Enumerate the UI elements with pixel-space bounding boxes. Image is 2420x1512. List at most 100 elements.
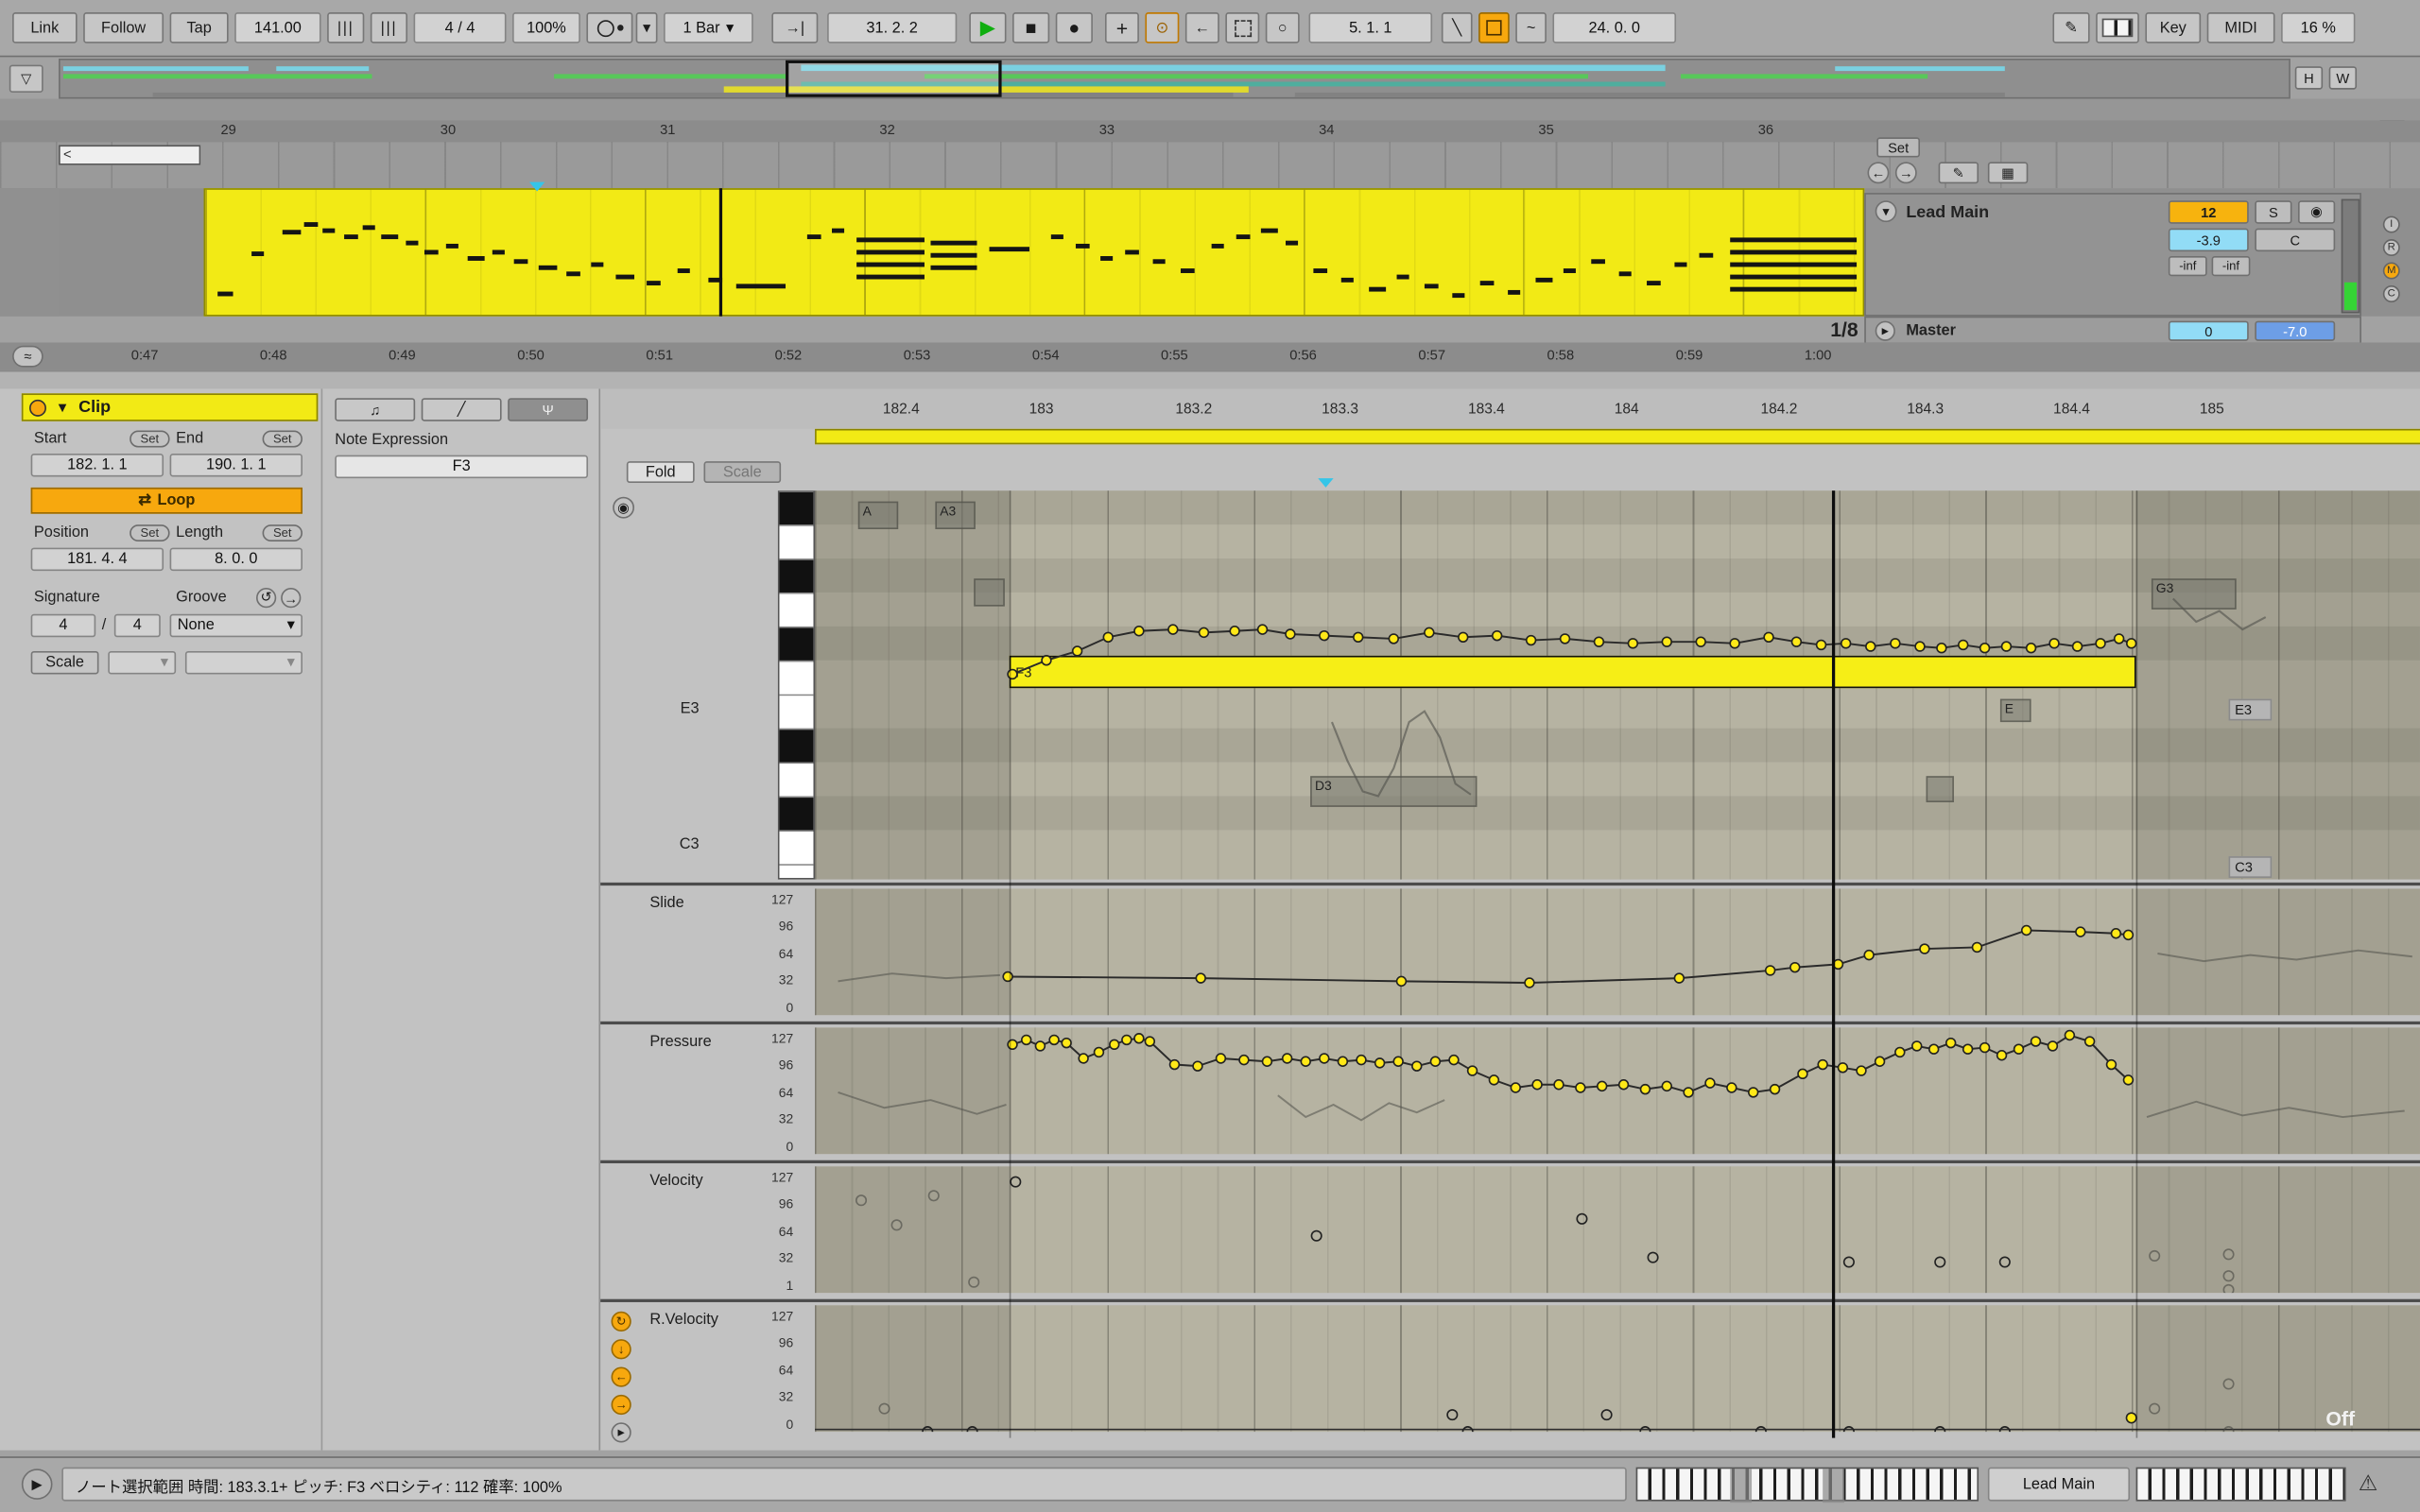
punch-region-button[interactable]: [1225, 12, 1260, 43]
midi-note[interactable]: [806, 234, 821, 240]
back-to-arrangement-button[interactable]: ←: [1184, 12, 1219, 43]
loop-button[interactable]: ⇄ Loop: [30, 487, 302, 514]
quantization-menu[interactable]: 1 Bar ▾: [664, 12, 753, 43]
midi-note[interactable]: [856, 249, 925, 255]
notes-tab[interactable]: ♫: [335, 398, 416, 421]
midi-note[interactable]: [1075, 243, 1090, 249]
preview-button[interactable]: ▶: [21, 1469, 53, 1500]
arrangement-overview[interactable]: [59, 59, 2290, 99]
master-track-header[interactable]: ▸ Master 0 -7.0: [1864, 316, 2361, 345]
envelopes-tab[interactable]: ╱: [421, 398, 502, 421]
midi-input-channel-box[interactable]: 12: [2168, 200, 2249, 224]
set-end-button[interactable]: Set: [262, 430, 302, 448]
clip-panel-header[interactable]: ▼ Clip: [21, 393, 319, 421]
midi-note[interactable]: [735, 284, 786, 289]
curve-icon-button[interactable]: ~: [1515, 12, 1547, 43]
midi-output-keyboard-indicator[interactable]: [2135, 1467, 2346, 1502]
midi-note[interactable]: [930, 265, 977, 270]
black-key[interactable]: [779, 798, 814, 832]
midi-note[interactable]: [1260, 228, 1278, 233]
scale-highlight-button[interactable]: Scale: [703, 461, 782, 484]
midi-note[interactable]: [1452, 293, 1465, 299]
midi-keyboard-indicator[interactable]: [1635, 1467, 1979, 1503]
midi-note[interactable]: [344, 234, 358, 240]
midi-note[interactable]: [362, 225, 375, 231]
solo-button[interactable]: S: [2255, 200, 2292, 224]
tap-tempo-button[interactable]: Tap: [169, 12, 229, 43]
midi-note[interactable]: [1699, 252, 1714, 258]
midi-note[interactable]: [381, 234, 399, 240]
master-volume-box[interactable]: -7.0: [2255, 320, 2336, 341]
midi-note[interactable]: [647, 281, 661, 286]
loop-toggle-button[interactable]: ○: [1265, 12, 1300, 43]
midi-note[interactable]: [538, 265, 558, 270]
lane-separator[interactable]: [600, 1160, 2420, 1164]
midi-note[interactable]: [1591, 259, 1605, 265]
show-hide-w-button[interactable]: W: [2328, 66, 2358, 90]
computer-midi-keyboard-button[interactable]: [2096, 12, 2139, 43]
loop-length-field[interactable]: 24. 0. 0: [1552, 12, 1677, 43]
tempo-follow-button[interactable]: Follow: [83, 12, 164, 43]
warning-icon[interactable]: ⚠: [2359, 1470, 2378, 1497]
white-key[interactable]: [779, 662, 814, 696]
show-hide-h-button[interactable]: H: [2294, 66, 2324, 90]
midi-note[interactable]: [1730, 274, 1858, 280]
white-key[interactable]: [779, 831, 814, 866]
midi-note[interactable]: [1125, 249, 1139, 255]
white-key[interactable]: [779, 764, 814, 799]
midi-note[interactable]: [1535, 277, 1553, 283]
preview-note-button[interactable]: ◉: [613, 496, 635, 519]
white-key[interactable]: [779, 593, 814, 628]
master-pan-box[interactable]: 0: [2168, 320, 2249, 341]
midi-note[interactable]: [1647, 281, 1661, 286]
record-button[interactable]: ●: [1055, 12, 1093, 43]
groove-apply-button[interactable]: →: [281, 588, 302, 609]
loop-brace[interactable]: <: [59, 145, 201, 165]
black-key[interactable]: [779, 559, 814, 594]
lane-separator[interactable]: [600, 882, 2420, 886]
midi-note[interactable]: [1424, 284, 1439, 289]
arm-button[interactable]: ◉: [2298, 200, 2336, 224]
midi-note[interactable]: [1618, 271, 1632, 277]
lane-name[interactable]: Slide: [649, 895, 683, 912]
midi-note[interactable]: [1563, 268, 1576, 273]
lane-name[interactable]: R.Velocity: [649, 1312, 718, 1329]
midi-note[interactable]: [251, 251, 265, 257]
clip-end-field[interactable]: 190. 1. 1: [169, 453, 302, 477]
lane-plot[interactable]: [815, 1166, 2420, 1294]
clip-loop-bar[interactable]: [815, 428, 2420, 445]
note-expression-tab[interactable]: Ψ: [508, 398, 589, 421]
lane-name[interactable]: Velocity: [649, 1173, 702, 1190]
midi-note[interactable]: [856, 274, 925, 280]
time-ruler[interactable]: 0:47 0:48 0:49 0:50 0:51 0:52 0:53 0:54 0:55 0:56…: [0, 342, 2420, 372]
midi-note[interactable]: [989, 247, 1029, 252]
lane-rotate-button[interactable]: ↻: [611, 1311, 631, 1332]
midi-note[interactable]: [930, 252, 977, 258]
nudge-down-button[interactable]: |||: [327, 12, 365, 43]
pencil-icon-button[interactable]: ✎: [2052, 12, 2090, 43]
overview-viewport[interactable]: [786, 60, 1002, 97]
fold-button[interactable]: Fold: [626, 461, 695, 484]
set-length-button[interactable]: Set: [262, 524, 302, 542]
r-badge[interactable]: R: [2382, 239, 2400, 257]
midi-note[interactable]: [856, 262, 925, 267]
piano-keys[interactable]: [777, 490, 816, 880]
midi-note[interactable]: [1479, 281, 1495, 286]
automation-off-label[interactable]: Off: [2325, 1407, 2355, 1430]
tempo-field[interactable]: 141.00: [234, 12, 321, 43]
key-map-button[interactable]: Key: [2145, 12, 2202, 43]
nudge-up-button[interactable]: |||: [370, 12, 408, 43]
midi-note[interactable]: [303, 222, 319, 227]
midi-note[interactable]: [1674, 262, 1687, 267]
stop-button[interactable]: ■: [1012, 12, 1050, 43]
send-b-box[interactable]: -inf: [2211, 256, 2251, 277]
arrangement-position-field[interactable]: 31. 2. 2: [827, 12, 958, 43]
midi-note[interactable]: [1730, 286, 1858, 292]
midi-note[interactable]: [322, 228, 336, 233]
midi-note[interactable]: [445, 243, 458, 249]
midi-note[interactable]: [1180, 268, 1195, 273]
lane-separator[interactable]: [600, 1021, 2420, 1025]
master-fold-button[interactable]: ▸: [1875, 320, 1895, 341]
black-key[interactable]: [779, 491, 814, 526]
draw-mode-button[interactable]: [1478, 12, 1510, 43]
